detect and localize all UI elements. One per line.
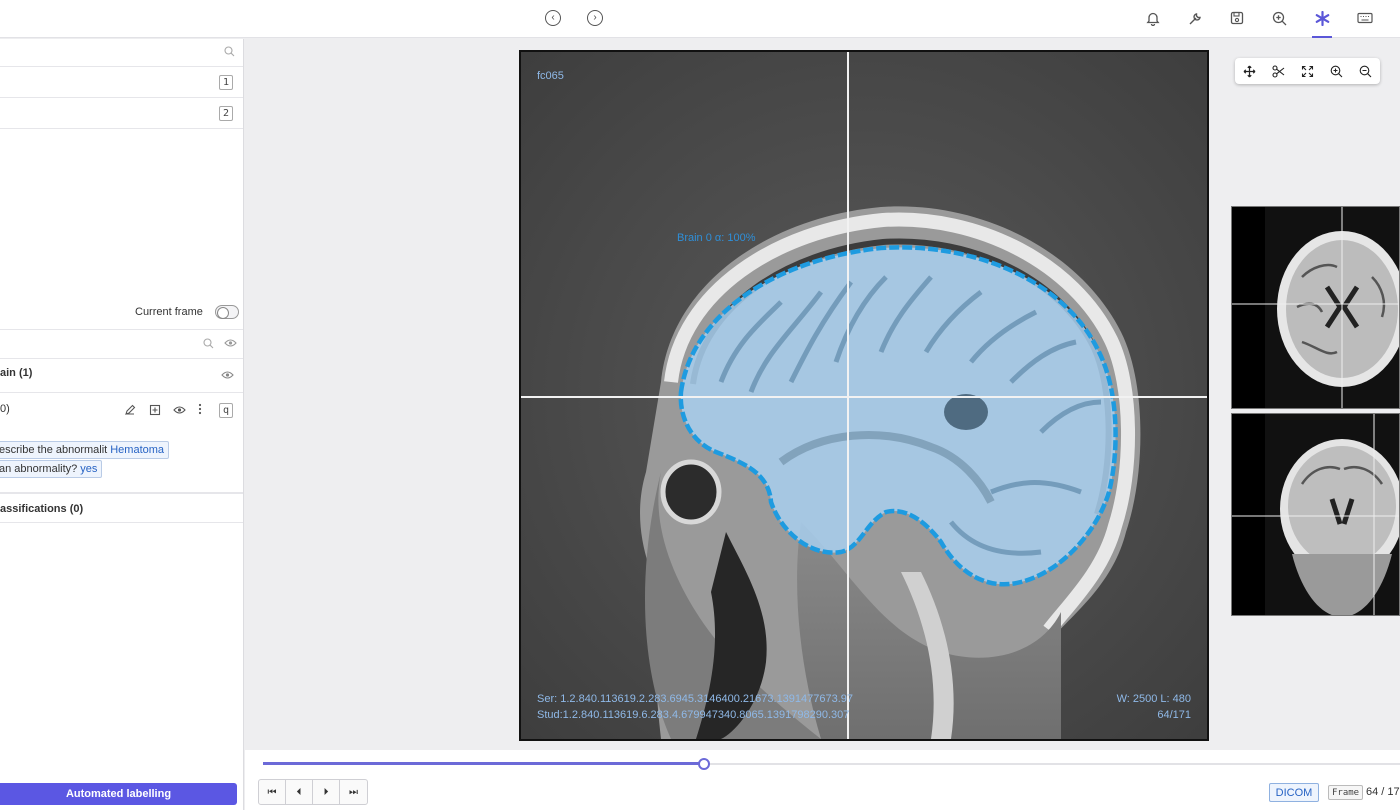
keyboard-icon[interactable] [1356, 9, 1374, 27]
last-frame-button[interactable]: ⏭ [340, 780, 367, 804]
current-frame-label: Current frame [135, 306, 203, 318]
object-instance[interactable]: 0) q escribe the abnormalit Hematoma an … [0, 393, 243, 493]
object-instance-label: 0) [0, 403, 10, 415]
playback-bar [245, 750, 1400, 810]
bell-icon[interactable] [1144, 9, 1162, 27]
window-level: W: 2500 L: 480 [1116, 693, 1191, 705]
list-item[interactable]: 1 [0, 67, 243, 98]
attribute-answer: yes [80, 463, 98, 475]
wrench-icon[interactable] [1186, 9, 1204, 27]
previous-frame-button[interactable]: ⏴ [286, 780, 313, 804]
hotkey-badge: 1 [219, 75, 233, 90]
attribute-answer: Hematoma [110, 444, 165, 456]
current-frame-toggle[interactable] [215, 305, 239, 319]
next-glyph: › [593, 12, 597, 23]
list-item[interactable]: 2 [0, 98, 243, 129]
frame-counter: 64 / 17 [1366, 786, 1400, 798]
attribute-question: an abnormality? [0, 463, 78, 475]
search-row[interactable] [0, 39, 243, 67]
asterisk-icon[interactable] [1312, 9, 1332, 38]
next-icon[interactable]: › [587, 10, 603, 26]
attribute-chip[interactable]: escribe the abnormalit Hematoma [0, 441, 170, 459]
top-toolbar: ‹ › [0, 0, 1400, 38]
edit-icon[interactable] [124, 404, 136, 416]
attribute-chip[interactable]: an abnormality? yes [0, 460, 103, 478]
series-uid: Ser: 1.2.840.113619.2.283.6945.3146400.2… [537, 693, 854, 705]
coronal-thumbnail[interactable] [1231, 413, 1400, 616]
object-group-label: ain (1) [0, 367, 33, 379]
search-icon[interactable] [203, 338, 214, 349]
axial-thumbnail[interactable] [1231, 206, 1400, 409]
previous-icon[interactable]: ‹ [545, 10, 561, 26]
attribute-question: escribe the abnormalit [0, 444, 108, 456]
add-frame-icon[interactable] [149, 404, 161, 416]
first-frame-button[interactable]: ⏮ [259, 780, 286, 804]
hotkey-badge: 2 [219, 106, 233, 121]
object-group-brain[interactable]: ain (1) [0, 359, 243, 393]
playback-controls: ⏮ ⏴ ⏵ ⏭ [258, 779, 368, 805]
next-frame-button[interactable]: ⏵ [313, 780, 340, 804]
labels-sidebar: 1 2 Current frame ain (1) 0) q escribe t… [0, 39, 244, 810]
hotkey-badge: q [219, 403, 233, 418]
study-uid: Stud:1.2.840.113619.6.283.4.679947340.80… [537, 709, 850, 721]
zoom-in-icon[interactable] [1270, 9, 1288, 27]
frame-tag: Frame [1328, 785, 1364, 800]
dicom-button[interactable]: DICOM [1269, 783, 1319, 802]
objects-header [0, 329, 243, 359]
mri-sagittal-viewport[interactable]: fc065 Brain 0 α: 100% Ser: 1.2.840.11361… [519, 50, 1209, 741]
classifications-label: assifications (0) [0, 503, 84, 515]
segment-label: Brain 0 α: 100% [677, 232, 756, 244]
mri-image [521, 52, 1207, 739]
frame-slider-fill [263, 762, 705, 765]
zoom-out-icon[interactable] [1351, 58, 1380, 84]
automated-labelling-button[interactable]: Automated labelling [0, 783, 237, 805]
previous-glyph: ‹ [551, 12, 555, 23]
move-icon[interactable] [1235, 58, 1264, 84]
classifications-header[interactable]: assifications (0) [0, 493, 243, 523]
eye-icon[interactable] [224, 338, 237, 348]
more-options-icon[interactable] [198, 403, 202, 415]
save-icon[interactable] [1228, 9, 1246, 27]
eye-icon[interactable] [173, 405, 186, 415]
study-tag: fc065 [537, 70, 564, 82]
zoom-in-icon[interactable] [1322, 58, 1351, 84]
viewer-toolbar [1235, 58, 1380, 84]
slice-counter: 64/171 [1157, 709, 1191, 721]
scissors-icon[interactable] [1264, 58, 1293, 84]
fit-icon[interactable] [1293, 58, 1322, 84]
search-icon[interactable] [224, 46, 235, 57]
eye-icon[interactable] [221, 370, 234, 380]
